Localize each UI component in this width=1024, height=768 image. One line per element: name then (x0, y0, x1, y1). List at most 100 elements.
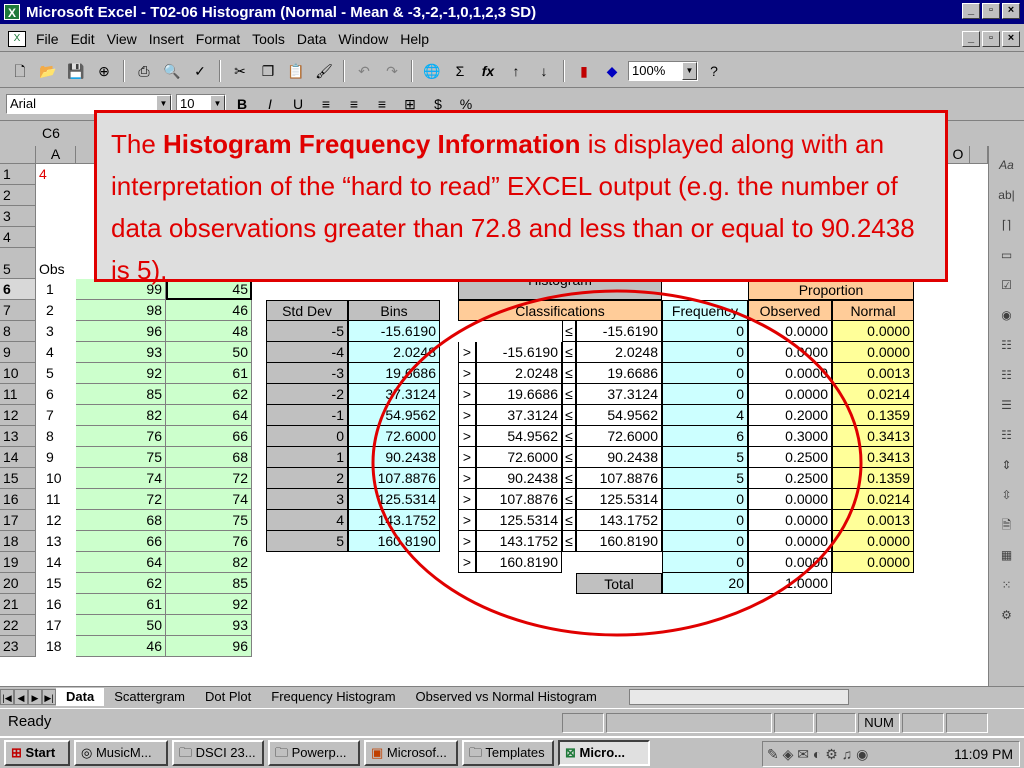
status-panel (902, 713, 944, 733)
task-powerpoint[interactable]: 🗀 Powerp... (268, 740, 360, 766)
toolbar-separator (411, 59, 413, 82)
undo-icon[interactable]: ↶ (352, 59, 376, 83)
chart-wizard-icon[interactable]: ▮ (572, 59, 596, 83)
first-sheet-icon[interactable]: |◀ (0, 688, 14, 705)
paste-icon[interactable]: 📋 (284, 59, 308, 83)
sort-ascending-icon[interactable]: ↑ (504, 59, 528, 83)
standard-toolbar: 🗋 📂 💾 ⊕ ⎙ 🔍 ✓ ✂ ❐ 📋 🖌 ↶ ↷ 🌐 Σ fx ↑ ↓ ▮ ◆… (0, 54, 1024, 88)
music-icon: ◎ (81, 745, 96, 760)
system-tray: ✎ ◈ ✉ ◐ ⚙ ♫ ◉ 11:09 PM (762, 741, 1020, 767)
annotation-callout: The Histogram Frequency Information is d… (94, 110, 948, 285)
name-box[interactable]: C6 (6, 123, 96, 143)
option-button-icon[interactable]: ◉ (995, 304, 1019, 326)
tab-scattergram[interactable]: Scattergram (104, 688, 195, 706)
prev-sheet-icon[interactable]: ◀ (14, 688, 28, 705)
print-preview-icon[interactable]: 🔍 (160, 59, 184, 83)
print-icon[interactable]: ⎙ (132, 59, 156, 83)
next-sheet-icon[interactable]: ▶ (28, 688, 42, 705)
start-button[interactable]: ⊞ Start (4, 740, 70, 766)
status-ready: Ready (8, 713, 52, 730)
text-style-icon[interactable]: Aa (995, 154, 1019, 176)
last-sheet-icon[interactable]: ▶| (42, 688, 56, 705)
menu-tools[interactable]: Tools (246, 31, 291, 47)
status-bar: Ready NUM (0, 708, 1024, 734)
task-templates[interactable]: 🗀 Templates (462, 740, 554, 766)
task-musicm[interactable]: ◎ MusicM... (74, 740, 168, 766)
minimize-button[interactable]: _ (962, 3, 980, 19)
button-icon[interactable]: ▭ (995, 244, 1019, 266)
combo-list-icon[interactable]: ☰ (995, 394, 1019, 416)
callout-text-pre: The (111, 129, 164, 159)
autosum-icon[interactable]: Σ (448, 59, 472, 83)
font-name: Arial (10, 96, 37, 111)
group-box-icon[interactable]: ⌈⌉ (995, 214, 1019, 236)
task-label: Micro... (579, 745, 626, 760)
folder-icon: 🗀 (179, 745, 196, 760)
run-dialog-icon[interactable]: ⚙ (995, 604, 1019, 626)
format-painter-icon[interactable]: 🖌 (312, 59, 336, 83)
menu-help[interactable]: Help (394, 31, 435, 47)
redo-icon[interactable]: ↷ (380, 59, 404, 83)
function-icon[interactable]: fx (476, 59, 500, 83)
checkbox-icon[interactable]: ☑ (995, 274, 1019, 296)
scroll-bar-icon[interactable]: ⇕ (995, 454, 1019, 476)
status-panel (816, 713, 856, 733)
tab-observed-vs-normal-histogram[interactable]: Observed vs Normal Histogram (406, 688, 607, 706)
zoom-select[interactable]: 100% ▼ (628, 60, 698, 81)
save-icon[interactable]: 💾 (64, 59, 88, 83)
tab-data[interactable]: Data (56, 687, 105, 706)
open-icon[interactable]: 📂 (36, 59, 60, 83)
chevron-down-icon[interactable]: ▼ (682, 61, 697, 80)
doc-restore-button[interactable]: ▫ (982, 31, 1000, 47)
folder-icon: 🗀 (275, 745, 292, 760)
hyperlink-icon[interactable]: 🌐 (420, 59, 444, 83)
task-microsoft[interactable]: ▣ Microsof... (364, 740, 458, 766)
tray-icons[interactable]: ✎ ◈ ✉ ◐ ⚙ ♫ ◉ (767, 742, 868, 766)
document-icon[interactable]: X (8, 30, 26, 47)
close-button[interactable]: × (1002, 3, 1020, 19)
status-panel (562, 713, 604, 733)
task-excel-active[interactable]: ⊠ Micro... (558, 740, 650, 766)
spelling-icon[interactable]: ✓ (188, 59, 212, 83)
tab-dot-plot[interactable]: Dot Plot (195, 688, 261, 706)
combo-box-icon[interactable]: ☷ (995, 364, 1019, 386)
doc-minimize-button[interactable]: _ (962, 31, 980, 47)
spinner-icon[interactable]: ⇳ (995, 484, 1019, 506)
properties-icon[interactable]: 🗎 (995, 514, 1019, 536)
menu-insert[interactable]: Insert (143, 31, 190, 47)
list-box-icon[interactable]: ☷ (995, 334, 1019, 356)
toggle-grid-icon[interactable]: ⁙ (995, 574, 1019, 596)
copy-icon[interactable]: ❐ (256, 59, 280, 83)
doc-close-button[interactable]: × (1002, 31, 1020, 47)
excel-icon: ⊠ (565, 745, 580, 760)
task-label: Powerp... (291, 745, 347, 760)
task-dsci[interactable]: 🗀 DSCI 23... (172, 740, 264, 766)
new-icon[interactable]: 🗋 (8, 59, 32, 83)
windows-taskbar: ⊞ Start ◎ MusicM... 🗀 DSCI 23... 🗀 Power… (0, 736, 1024, 768)
web-icon[interactable]: ⊕ (92, 59, 116, 83)
menu-file[interactable]: File (30, 31, 65, 47)
status-panel (606, 713, 772, 733)
menu-bar: X File Edit View Insert Format Tools Dat… (0, 26, 1024, 52)
dropdown-icon[interactable]: ☷ (995, 424, 1019, 446)
folder-icon: 🗀 (469, 745, 486, 760)
status-panel (774, 713, 814, 733)
callout-text-bold: Histogram Frequency Information (163, 129, 581, 159)
drawing-icon[interactable]: ◆ (600, 59, 624, 83)
edit-code-icon[interactable]: ▦ (995, 544, 1019, 566)
maximize-button[interactable]: ▫ (982, 3, 1000, 19)
menu-data[interactable]: Data (291, 31, 333, 47)
menu-edit[interactable]: Edit (65, 31, 101, 47)
menu-window[interactable]: Window (332, 31, 394, 47)
menu-view[interactable]: View (101, 31, 143, 47)
font-size: 10 (180, 96, 195, 111)
cut-icon[interactable]: ✂ (228, 59, 252, 83)
help-icon[interactable]: ? (702, 59, 726, 83)
tab-frequency-histogram[interactable]: Frequency Histogram (261, 688, 405, 706)
window-titlebar[interactable]: X Microsoft Excel - T02-06 Histogram (No… (0, 0, 1024, 24)
horizontal-scrollbar[interactable] (628, 688, 849, 705)
status-panel (946, 713, 988, 733)
menu-format[interactable]: Format (190, 31, 246, 47)
label-icon[interactable]: ab| (995, 184, 1019, 206)
sort-descending-icon[interactable]: ↓ (532, 59, 556, 83)
